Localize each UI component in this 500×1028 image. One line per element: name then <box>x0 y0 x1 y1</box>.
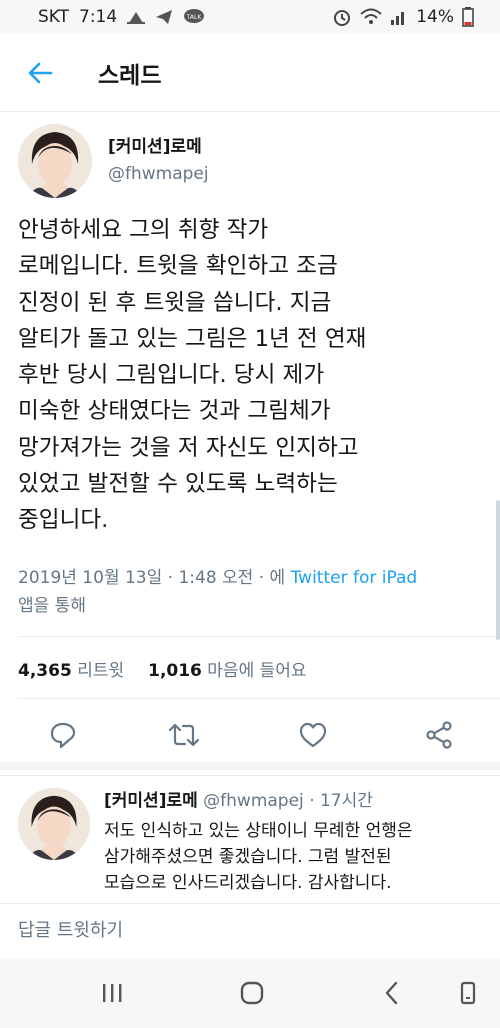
share-icon <box>426 721 452 749</box>
tweet-source-suffix: 앱을 통해 <box>18 596 86 616</box>
retweet-icon <box>168 723 200 747</box>
like-icon <box>299 722 327 748</box>
chevron-left-icon <box>385 981 398 1005</box>
divider <box>18 636 500 637</box>
tweet-text: 안녕하세요 그의 취향 작가 로메입니다. 트윗을 확인하고 조금 진정이 된 … <box>18 217 367 534</box>
reply-compose-bar: 답글 트윗하기 <box>0 903 500 957</box>
reply-text: 저도 인식하고 있는 상태이니 무례한 언행은 삼가해주셨으면 좋겠습니다. 그… <box>104 821 413 893</box>
arrow-left-icon <box>28 62 53 83</box>
like-button[interactable] <box>296 718 330 752</box>
tweet-stats: 4,365 리트윗 1,016 마음에 들어요 <box>18 656 307 681</box>
retweet-label: 리트윗 <box>77 661 125 681</box>
home-icon <box>240 981 264 1005</box>
tweet-source-link[interactable]: Twitter for iPad <box>291 568 418 588</box>
retweet-stat[interactable]: 4,365 리트윗 <box>18 656 124 681</box>
telegram-icon <box>155 9 173 25</box>
tweet-meta: 2019년 10월 13일 · 1:48 오전 · 에 Twitter for … <box>18 564 488 620</box>
status-bar: SKT 7:14 TALK 14% <box>0 0 500 34</box>
like-stat[interactable]: 1,016 마음에 들어요 <box>148 656 306 681</box>
section-separator <box>0 762 500 770</box>
home-button[interactable] <box>232 976 272 1010</box>
silent-icon <box>127 9 146 25</box>
reply-header: [커미션]로메 @fhwmapej · 17시간 <box>104 786 373 811</box>
reply-avatar[interactable] <box>18 788 90 860</box>
retweet-button[interactable] <box>167 718 201 752</box>
tweet-timestamp: 2019년 10월 13일 · 1:48 오전 · 에 <box>18 568 286 588</box>
phone-icon <box>460 981 476 1005</box>
author-handle[interactable]: @fhwmapej <box>108 164 209 184</box>
retweet-count: 4,365 <box>18 661 72 681</box>
kakaotalk-icon: TALK <box>183 8 205 26</box>
reply-tweet[interactable]: [커미션]로메 @fhwmapej · 17시간 저도 인식하고 있는 상태이니… <box>0 775 500 903</box>
recent-apps-button[interactable] <box>92 976 132 1010</box>
wifi-icon <box>360 8 382 26</box>
back-button[interactable] <box>20 53 60 93</box>
app-bar: 스레드 <box>0 34 500 112</box>
reply-input[interactable]: 답글 트윗하기 <box>18 916 123 942</box>
reply-icon <box>50 722 76 749</box>
reply-time: · 17시간 <box>309 791 373 811</box>
avatar[interactable] <box>18 124 92 198</box>
svg-text:TALK: TALK <box>186 14 203 21</box>
divider <box>18 698 500 699</box>
tweet-actions <box>0 706 500 760</box>
scrollbar[interactable] <box>496 500 500 640</box>
clock: 7:14 <box>79 7 118 27</box>
alarm-icon <box>332 7 352 27</box>
signal-icon <box>390 9 408 25</box>
system-nav-bar <box>0 958 500 1028</box>
battery-icon <box>462 7 474 27</box>
reply-button[interactable] <box>46 718 80 752</box>
recent-apps-icon <box>103 984 122 1002</box>
like-count: 1,016 <box>148 661 202 681</box>
carrier-label: SKT <box>38 7 70 27</box>
page-title: 스레드 <box>98 62 162 89</box>
reply-author-handle[interactable]: @fhwmapej <box>203 791 304 811</box>
like-label: 마음에 들어요 <box>207 661 307 681</box>
keyboard-toggle-button[interactable] <box>448 976 488 1010</box>
author-name[interactable]: [커미션]로메 <box>108 132 202 157</box>
back-nav-button[interactable] <box>372 976 412 1010</box>
share-button[interactable] <box>422 718 456 752</box>
battery-percent: 14% <box>416 7 454 27</box>
reply-author-name[interactable]: [커미션]로메 <box>104 791 198 811</box>
